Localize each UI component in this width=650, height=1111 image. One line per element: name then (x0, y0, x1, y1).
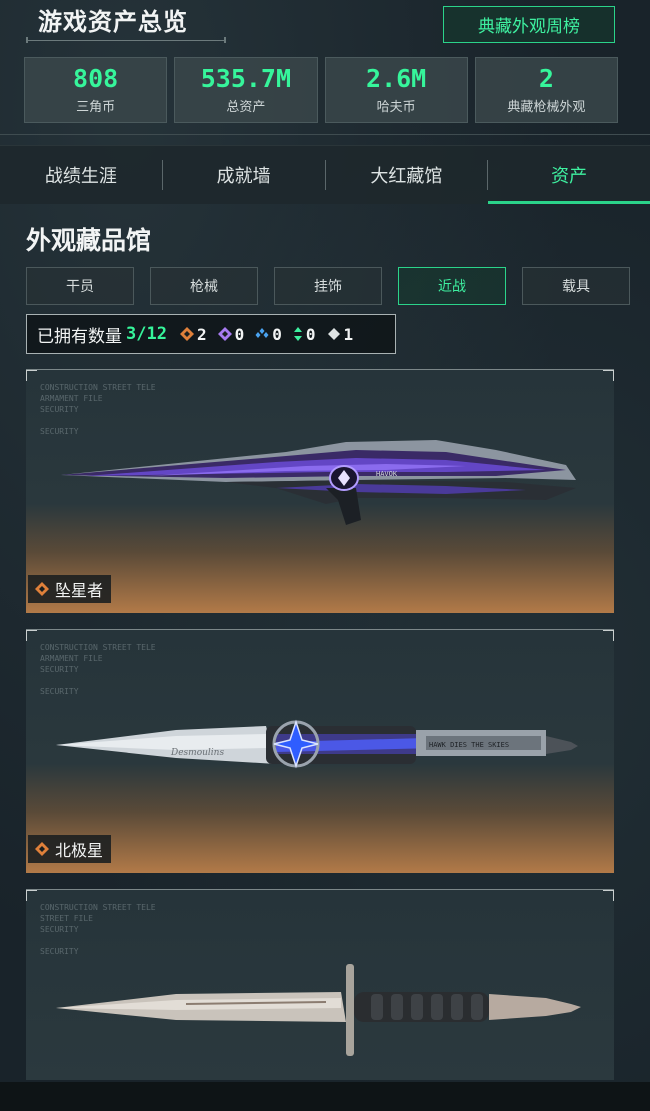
knife-image-polaris: Desmoulins HAWK DIES THE SKIES (56, 719, 578, 769)
knife-image-falling-star: HAVOK (61, 440, 576, 525)
stat-value: 808 (73, 64, 119, 94)
stat-value: 535.7M (200, 64, 292, 94)
card-name-tag: 坠星者 (28, 575, 112, 603)
rarity-count: 0 (305, 324, 316, 344)
handle-inscription: HAWK DIES THE SKIES (429, 741, 509, 749)
stats-row: 808 三角币 535.7M 总资产 2.6M 哈夫币 2 典藏枪械外观 (24, 57, 618, 123)
category-filters: 干员 枪械 挂饰 近战 载具 (26, 267, 630, 305)
main-tabs: 战绩生涯 成就墙 大红藏馆 资产 (0, 145, 650, 204)
knife-inscription: Desmoulins (170, 748, 224, 758)
collection-card[interactable]: CONSTRUCTION STREET TELE STREET FILE SEC… (26, 889, 614, 1080)
stat-label: 三角币 (76, 99, 116, 115)
tab-career-record[interactable]: 战绩生涯 (0, 146, 162, 204)
tab-assets[interactable]: 资产 (488, 146, 650, 204)
filter-vehicles[interactable]: 载具 (522, 267, 630, 305)
green-arrows-icon (293, 327, 302, 341)
white-diamond-icon (327, 328, 340, 340)
section-title: 外观藏品馆 (26, 226, 152, 255)
rarity-count: 2 (196, 324, 207, 344)
rarity-white: 1 (326, 324, 354, 344)
collection-card[interactable]: CONSTRUCTION STREET TELE ARMAMENT FILE S… (26, 369, 614, 613)
stat-collection-skins: 2 典藏枪械外观 (474, 57, 618, 123)
stat-label: 哈夫币 (376, 99, 416, 115)
owned-count-value: 3/12 (126, 324, 167, 344)
filter-charms[interactable]: 挂饰 (274, 267, 382, 305)
orange-diamond-icon (35, 582, 49, 596)
page-title: 游戏资产总览 (38, 8, 188, 36)
rarity-orange: 2 (179, 325, 207, 344)
stat-value: 2 (538, 64, 554, 94)
bottom-bar (0, 1082, 650, 1111)
collection-card[interactable]: CONSTRUCTION STREET TELE ARMAMENT FILE S… (26, 629, 614, 873)
owned-count-bar: 已拥有数量 3/12 2 0 0 0 1 (26, 314, 396, 354)
filter-firearms[interactable]: 枪械 (150, 267, 258, 305)
stat-triangle-coins: 808 三角币 (24, 57, 168, 123)
rarity-purple: 0 (217, 324, 245, 344)
weekly-ranking-button[interactable]: 典藏外观周榜 (443, 6, 615, 43)
rarity-count: 0 (234, 324, 245, 344)
stat-haf-coins: 2.6M 哈夫币 (324, 57, 468, 123)
purple-diamond-icon (217, 327, 232, 341)
rarity-count: 0 (272, 324, 282, 344)
tab-achievement-wall[interactable]: 成就墙 (163, 146, 325, 204)
filter-operators[interactable]: 干员 (26, 267, 134, 305)
knife-inscription: HAVOK (376, 470, 398, 478)
card-name-tag: 北极星 (28, 835, 112, 863)
filter-melee[interactable]: 近战 (398, 267, 506, 305)
rarity-green: 0 (292, 325, 316, 344)
stat-total-assets: 535.7M 总资产 (174, 57, 318, 123)
rarity-blue: 0 (254, 325, 282, 344)
orange-diamond-icon (35, 842, 49, 856)
knife-image-combat (56, 964, 581, 1056)
card-name: 北极星 (55, 841, 104, 860)
owned-count-label: 已拥有数量 (37, 326, 122, 347)
stat-value: 2.6M (366, 64, 427, 94)
asset-overview-header: 游戏资产总览 典藏外观周榜 808 三角币 535.7M 总资产 2.6M 哈夫… (0, 0, 650, 135)
tab-red-collection[interactable]: 大红藏馆 (326, 146, 488, 204)
title-underline (26, 37, 226, 43)
header-divider (0, 134, 650, 135)
stat-label: 典藏枪械外观 (507, 99, 586, 115)
rarity-count: 1 (343, 324, 354, 344)
blue-diamond-icon (255, 328, 269, 338)
orange-diamond-icon (179, 327, 194, 341)
card-name: 坠星者 (55, 581, 104, 600)
stat-label: 总资产 (226, 99, 266, 115)
